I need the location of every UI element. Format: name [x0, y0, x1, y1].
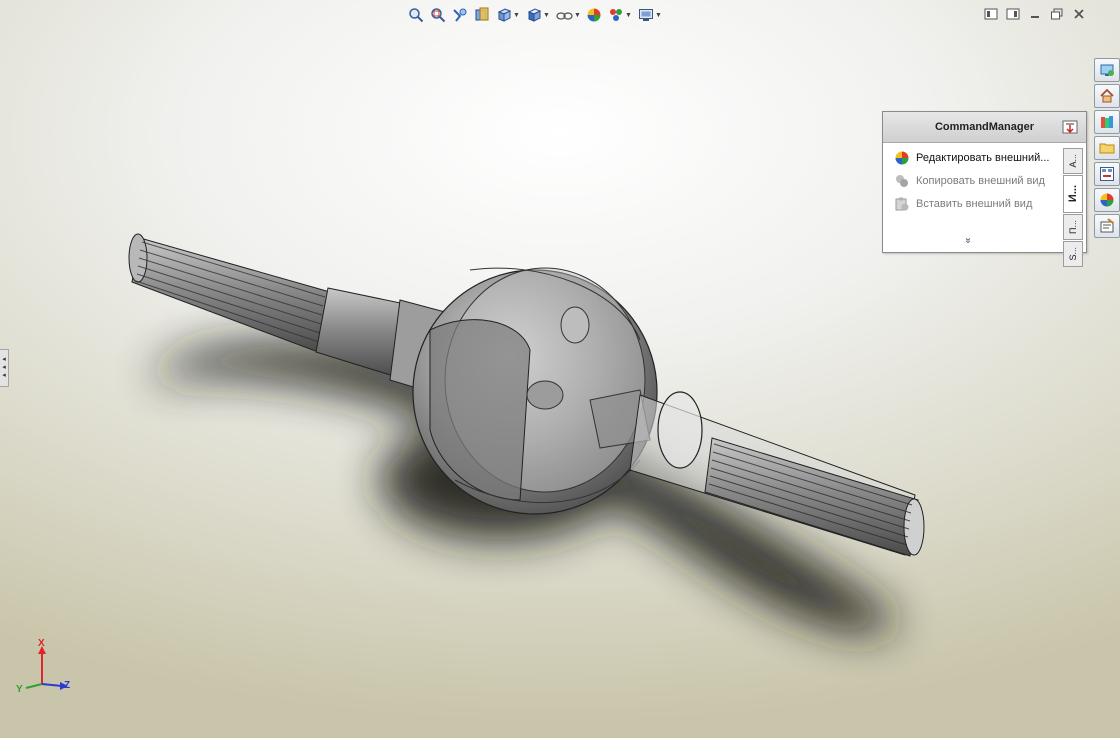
paste-appearance-command[interactable]: Вставить внешний вид: [883, 192, 1061, 215]
tab-p[interactable]: П...: [1063, 214, 1083, 240]
design-library-icon[interactable]: [1094, 110, 1120, 134]
view-palette-icon[interactable]: [1094, 162, 1120, 186]
command-label: Вставить внешний вид: [916, 197, 1033, 210]
appearances-icon[interactable]: [1094, 188, 1120, 212]
tab-s[interactable]: S...: [1063, 241, 1083, 267]
command-manager-tabs: А... И... П... S...: [1063, 148, 1083, 268]
command-label: Копировать внешний вид: [916, 174, 1045, 187]
edit-appearance-icon: [895, 151, 909, 164]
triad-y-label: Y: [16, 684, 23, 695]
minimize-icon[interactable]: [1026, 6, 1044, 22]
edit-appearance-command[interactable]: Редактировать внешний...: [883, 146, 1061, 169]
zoom-to-area-icon[interactable]: [428, 4, 448, 26]
triad-x-label: X: [38, 638, 45, 649]
paste-appearance-icon: [895, 197, 909, 210]
restore-icon[interactable]: [1048, 6, 1066, 22]
resources-icon[interactable]: [1094, 58, 1120, 82]
copy-appearance-command[interactable]: Копировать внешний вид: [883, 169, 1061, 192]
view-orientation-icon[interactable]: ▼: [494, 4, 522, 26]
display-style-icon[interactable]: ▼: [524, 4, 552, 26]
task-pane-tabs: [1094, 58, 1120, 238]
copy-appearance-icon: [896, 174, 908, 187]
command-manager-title-bar[interactable]: CommandManager: [883, 112, 1086, 143]
chevron-left-icon: ◂: [2, 364, 6, 371]
command-manager-panel[interactable]: CommandManager Редактировать внешний... …: [882, 111, 1087, 267]
home-icon[interactable]: [1094, 84, 1120, 108]
previous-view-icon[interactable]: [450, 4, 470, 26]
chevron-left-icon: ◂: [2, 372, 6, 379]
heads-up-view-toolbar: ▼ ▼ ▼ ▼ ▼: [406, 3, 664, 27]
edit-appearance-icon[interactable]: [584, 4, 604, 26]
expand-more-icon[interactable]: »: [962, 238, 973, 244]
cv-joint-housing[interactable]: [412, 267, 658, 515]
tile-left-icon[interactable]: [982, 6, 1000, 22]
apply-scene-icon[interactable]: ▼: [606, 4, 634, 26]
command-label: Редактировать внешний...: [916, 151, 1050, 164]
custom-properties-icon[interactable]: [1094, 214, 1120, 238]
reference-triad: X Y Z: [14, 638, 84, 700]
tab-a[interactable]: А...: [1063, 148, 1083, 174]
document-window-controls: [982, 6, 1088, 22]
tile-right-icon[interactable]: [1004, 6, 1022, 22]
command-manager-title: CommandManager: [934, 121, 1035, 133]
pin-icon[interactable]: [1062, 120, 1078, 134]
tab-i[interactable]: И...: [1063, 175, 1083, 213]
command-list: Редактировать внешний... Копировать внеш…: [883, 146, 1061, 215]
zoom-to-fit-icon[interactable]: [406, 4, 426, 26]
graphics-area[interactable]: ▼ ▼ ▼ ▼ ▼ ◂ ◂ ◂ CommandManager Редактиро…: [0, 0, 1120, 738]
section-view-icon[interactable]: [472, 4, 492, 26]
file-explorer-icon[interactable]: [1094, 136, 1120, 160]
feature-manager-collapse-handle[interactable]: ◂ ◂ ◂: [0, 349, 9, 387]
chevron-left-icon: ◂: [2, 356, 6, 363]
close-icon[interactable]: [1070, 6, 1088, 22]
hide-show-items-icon[interactable]: ▼: [554, 4, 582, 26]
triad-z-label: Z: [64, 680, 71, 691]
view-settings-icon[interactable]: ▼: [636, 4, 664, 26]
